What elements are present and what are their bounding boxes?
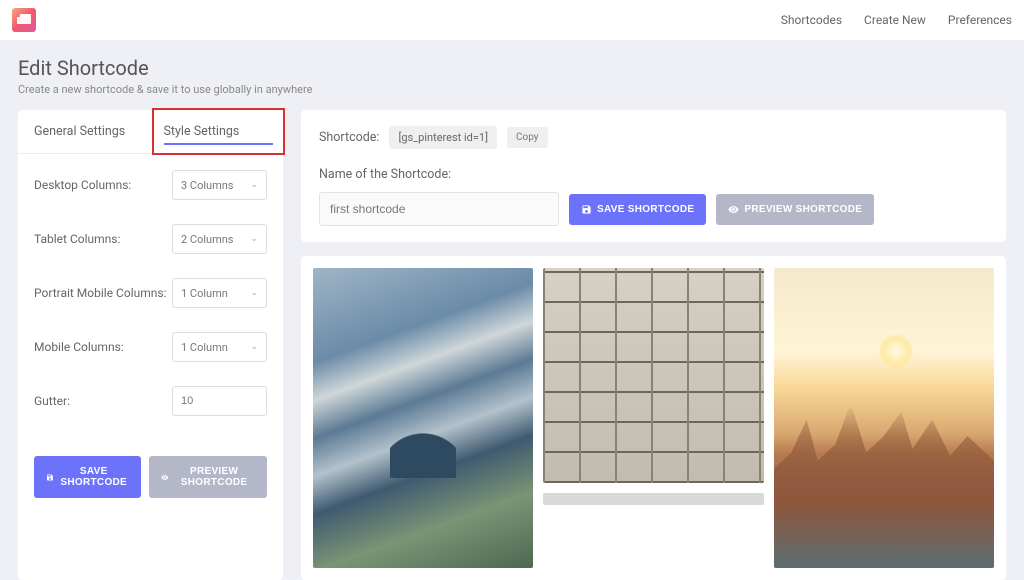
settings-tabs: General Settings Style Settings <box>18 110 283 154</box>
chevron-down-icon: ⌄ <box>250 288 258 298</box>
main-area: Shortcode: [gs_pinterest id=1] Copy Name… <box>301 110 1006 580</box>
page-title: Edit Shortcode <box>18 56 1006 80</box>
settings-sidebar: General Settings Style Settings Desktop … <box>18 110 283 580</box>
label-desktop-columns: Desktop Columns: <box>34 178 172 192</box>
page-header: Edit Shortcode Create a new shortcode & … <box>0 40 1024 110</box>
tab-style-settings[interactable]: Style Settings <box>152 108 286 155</box>
save-icon <box>581 204 592 215</box>
select-portrait-mobile-columns[interactable]: 1 Column ⌄ <box>172 278 267 308</box>
shortcode-name-label: Name of the Shortcode: <box>319 167 988 182</box>
button-label: SAVE SHORTCODE <box>597 204 694 215</box>
field-desktop-columns: Desktop Columns: 3 Columns ⌄ <box>34 170 267 200</box>
preview-shortcode-button[interactable]: PREVIEW SHORTCODE <box>149 456 267 498</box>
gallery-image <box>543 268 763 483</box>
field-portrait-mobile-columns: Portrait Mobile Columns: 1 Column ⌄ <box>34 278 267 308</box>
label-gutter: Gutter: <box>34 394 172 408</box>
save-shortcode-button-main[interactable]: SAVE SHORTCODE <box>569 194 706 225</box>
nav-preferences[interactable]: Preferences <box>948 13 1012 27</box>
chevron-down-icon: ⌄ <box>250 234 258 244</box>
button-label: PREVIEW SHORTCODE <box>173 466 255 488</box>
eye-icon <box>728 204 739 215</box>
gallery-image <box>774 268 994 568</box>
field-tablet-columns: Tablet Columns: 2 Columns ⌄ <box>34 224 267 254</box>
tab-general-settings[interactable]: General Settings <box>18 110 154 153</box>
label-mobile-columns: Mobile Columns: <box>34 340 172 354</box>
shortcode-panel: Shortcode: [gs_pinterest id=1] Copy Name… <box>301 110 1006 242</box>
save-shortcode-button[interactable]: SAVE SHORTCODE <box>34 456 141 498</box>
page-subtitle: Create a new shortcode & save it to use … <box>18 83 1006 96</box>
select-tablet-columns[interactable]: 2 Columns ⌄ <box>172 224 267 254</box>
select-mobile-columns[interactable]: 1 Column ⌄ <box>172 332 267 362</box>
copy-button[interactable]: Copy <box>507 127 548 148</box>
chevron-down-icon: ⌄ <box>250 342 258 352</box>
preview-shortcode-button-main[interactable]: PREVIEW SHORTCODE <box>716 194 874 225</box>
label-tablet-columns: Tablet Columns: <box>34 232 172 246</box>
label-portrait-mobile-columns: Portrait Mobile Columns: <box>34 286 172 300</box>
gallery-image <box>543 493 763 505</box>
button-label: SAVE SHORTCODE <box>59 466 129 488</box>
app-logo <box>12 8 36 32</box>
select-value: 1 Column <box>181 341 228 354</box>
select-value: 1 Column <box>181 287 228 300</box>
shortcode-code: [gs_pinterest id=1] <box>389 126 497 149</box>
field-gutter: Gutter: <box>34 386 267 416</box>
shortcode-name-input[interactable] <box>319 192 559 226</box>
nav-create-new[interactable]: Create New <box>864 13 926 27</box>
button-label: PREVIEW SHORTCODE <box>744 204 862 215</box>
nav-shortcodes[interactable]: Shortcodes <box>781 13 842 27</box>
select-value: 3 Columns <box>181 179 233 192</box>
field-mobile-columns: Mobile Columns: 1 Column ⌄ <box>34 332 267 362</box>
shortcode-label: Shortcode: <box>319 130 379 145</box>
top-nav: Shortcodes Create New Preferences <box>781 13 1012 27</box>
topbar: Shortcodes Create New Preferences <box>0 0 1024 40</box>
preview-gallery <box>301 256 1006 580</box>
gallery-image <box>313 268 533 568</box>
select-desktop-columns[interactable]: 3 Columns ⌄ <box>172 170 267 200</box>
chevron-down-icon: ⌄ <box>250 180 258 190</box>
select-value: 2 Columns <box>181 233 233 246</box>
save-icon <box>46 472 54 483</box>
input-gutter[interactable] <box>172 386 267 416</box>
eye-icon <box>161 472 169 483</box>
